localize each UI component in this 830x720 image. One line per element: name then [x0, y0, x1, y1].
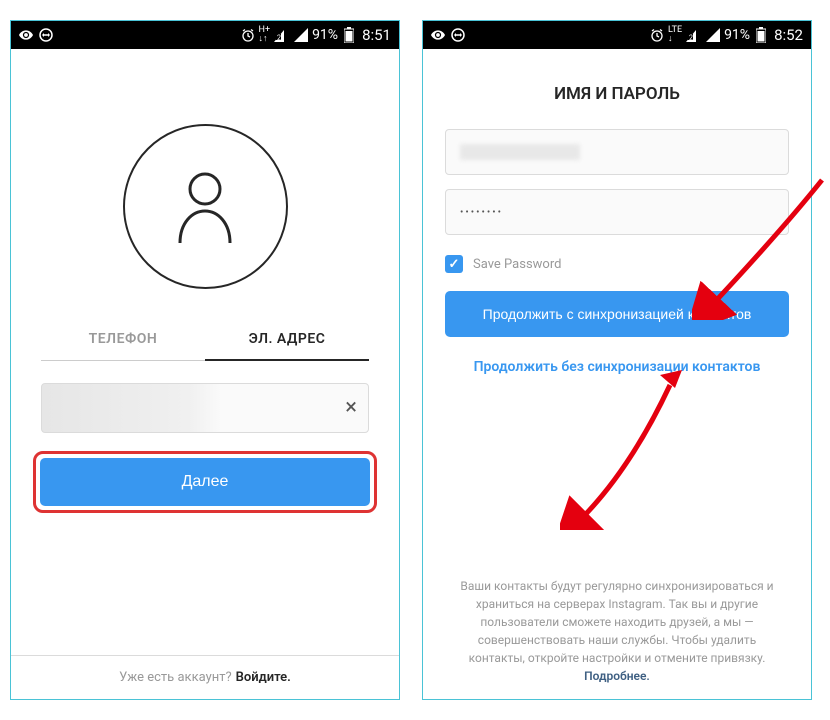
network-type-icon: H+↓↑ [259, 26, 271, 44]
signup-tabs: ТЕЛЕФОН ЭЛ. АДРЕС [41, 319, 369, 361]
email-input[interactable] [41, 383, 369, 433]
learn-more-link[interactable]: Подробнее. [584, 669, 650, 683]
battery-icon [754, 28, 768, 42]
battery-icon [342, 28, 356, 42]
password-field[interactable]: •••••••• [445, 189, 789, 235]
login-link[interactable]: Войдите. [236, 670, 291, 685]
alarm-icon [650, 28, 664, 42]
phone-left: H+↓↑ 2 91% 8:51 ТЕЛЕФ [10, 20, 400, 700]
battery-percent: 91% [724, 27, 750, 43]
eye-icon [19, 28, 33, 42]
network-type-icon: LTE↓ [668, 26, 682, 44]
alarm-icon [241, 28, 255, 42]
contacts-disclaimer: Ваши контакты будут регулярно синхронизи… [451, 577, 783, 685]
save-password-label: Save Password [473, 257, 561, 272]
tab-phone[interactable]: ТЕЛЕФОН [41, 319, 205, 361]
status-bar: H+↓↑ 2 91% 8:51 [11, 21, 399, 49]
disclaimer-text: Ваши контакты будут регулярно синхронизи… [460, 579, 773, 665]
continue-without-sync-link[interactable]: Продолжить без синхронизации контактов [445, 359, 789, 375]
teamviewer-icon [39, 28, 53, 42]
login-footer: Уже есть аккаунт? Войдите. [11, 655, 399, 699]
page-title: ИМЯ И ПАРОЛЬ [423, 49, 811, 129]
footer-text: Уже есть аккаунт? [119, 670, 232, 685]
svg-text:2: 2 [689, 34, 693, 42]
teamviewer-icon [451, 28, 465, 42]
signal-icon [294, 28, 308, 42]
status-bar: LTE↓ 2 91% 8:52 [423, 21, 811, 49]
tab-email[interactable]: ЭЛ. АДРЕС [205, 319, 369, 361]
clock: 8:51 [362, 26, 391, 44]
network-2-icon: 2 [274, 28, 290, 42]
avatar-placeholder [123, 124, 288, 289]
save-password-checkbox[interactable]: ✓ [445, 255, 463, 273]
eye-icon [431, 28, 445, 42]
clear-icon[interactable]: × [345, 397, 357, 419]
network-2-icon: 2 [686, 28, 702, 42]
svg-text:2: 2 [277, 34, 281, 42]
signal-icon [706, 28, 720, 42]
continue-with-sync-button[interactable]: Продолжить с синхронизацией контактов [445, 291, 789, 337]
name-field[interactable] [445, 129, 789, 175]
clock: 8:52 [774, 26, 803, 44]
battery-percent: 91% [312, 27, 338, 43]
highlight-frame: Далее [33, 451, 377, 513]
next-button[interactable]: Далее [40, 458, 370, 506]
phone-right: LTE↓ 2 91% 8:52 ИМЯ И ПАРОЛЬ •••••••• [422, 20, 812, 700]
